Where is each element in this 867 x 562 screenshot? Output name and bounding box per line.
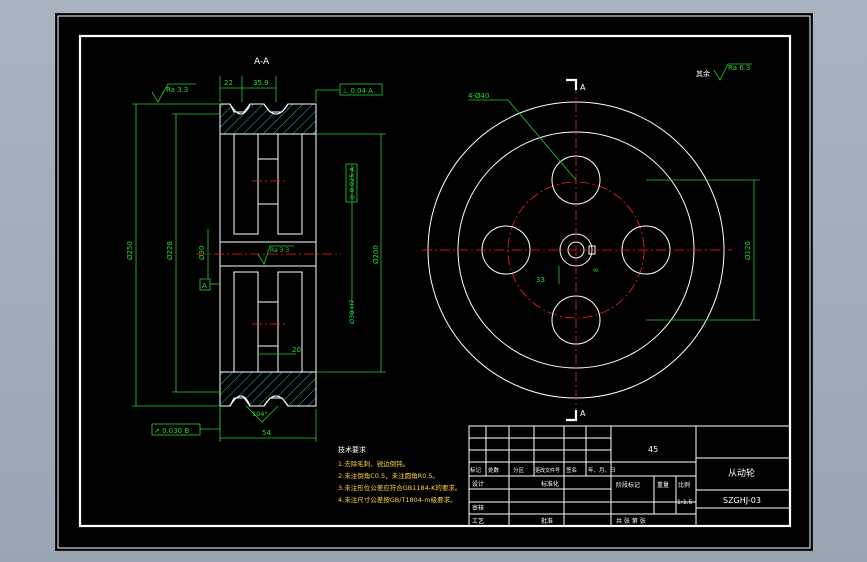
note-1: 1.去除毛刺、锐边倒钝。 (338, 459, 409, 468)
sheets: 共 张 第 张 (616, 517, 646, 525)
dim-dia-228: Ø228 (166, 241, 174, 260)
pocket-upper-right (277, 133, 303, 235)
dim-dia-250: Ø250 (126, 241, 134, 260)
dim-keyway-33: 33 (536, 276, 545, 284)
row-label-change: 更改文件号 (535, 467, 560, 474)
part-name: 从动轮 (728, 467, 755, 479)
roughness-general: Ra 6.3 (728, 64, 750, 72)
label-design: 设计 (472, 480, 484, 488)
dim-dia-200: Ø200 (372, 245, 380, 264)
pocket-upper-left (233, 133, 259, 235)
coax-tolerance: ◎ 0.025 A (348, 167, 356, 200)
dim-bore-tol: Ø30 H7 (348, 300, 356, 324)
outer-frame (57, 15, 811, 549)
label-weight: 重量 (657, 481, 669, 489)
rim-hatch-bottom (219, 371, 317, 407)
drawing-sheet: A-A 22 35.9 Ra 3.3 ⊥ 0.04 A Ø250 Ø228 Ø3… (55, 13, 813, 551)
dim-pcd: Ø120 (744, 241, 752, 260)
row-label-count: 处数 (488, 466, 500, 474)
perp-tolerance: ⊥ 0.04 A (342, 87, 373, 95)
dim-top-b: 35.9 (253, 79, 269, 87)
label-approve: 批准 (541, 517, 553, 525)
section-view: A-A 22 35.9 Ra 3.3 ⊥ 0.04 A Ø250 Ø228 Ø3… (126, 57, 386, 442)
scale-value: 1:1.5 (677, 499, 693, 506)
cad-drawing: A-A 22 35.9 Ra 3.3 ⊥ 0.04 A Ø250 Ø228 Ø3… (57, 15, 811, 549)
dim-width: 54 (262, 429, 271, 437)
roughness-general-prefix: 其余 (696, 69, 710, 78)
dim-top-a: 22 (224, 79, 233, 87)
roughness-side: Ra 3.3 (166, 86, 188, 94)
dim-inner-20: 20 (292, 346, 301, 354)
dim-keyway-8: 8 (593, 268, 600, 272)
label-stage: 阶段标记 (616, 481, 640, 489)
dim-angle: 104° (252, 410, 268, 418)
label-scale: 比例 (678, 481, 690, 489)
material: 45 (648, 445, 658, 454)
datum-a: A (202, 282, 207, 290)
label-process: 工艺 (472, 517, 484, 525)
hole-leader (507, 99, 577, 181)
notes-title: 技术要求 (338, 445, 366, 454)
pocket-lower-right (277, 271, 303, 373)
title-block: 标记 处数 分区 更改文件号 签名 年、月、日 设计 标准化 审核 工艺 批准 … (468, 425, 791, 527)
pocket-lower-left (233, 271, 259, 373)
view-label-top: A (580, 83, 586, 92)
technical-notes: 技术要求 1.去除毛刺、锐边倒钝。 2.未注倒角C0.5，未注圆角R0.5。 3… (338, 445, 461, 504)
row-label-sign: 签名 (566, 466, 577, 474)
inner-frame (78, 34, 792, 528)
runout-tolerance: ↗ 0.030 B (154, 427, 189, 435)
note-4: 4.未注尺寸公差按GB/T1804-m级要求。 (338, 495, 457, 504)
note-3: 3.未注形位公差应符合GB1184-K的要求。 (338, 483, 461, 492)
row-label-date: 年、月、日 (588, 466, 616, 474)
label-review: 审核 (472, 504, 484, 512)
section-label: A-A (254, 57, 270, 67)
front-view: A A 4-Ø40 Ø120 33 8 其余 Ra 6.3 (422, 63, 760, 422)
view-label-bottom: A (580, 409, 586, 418)
dim-dia-30: Ø30 (198, 246, 206, 260)
note-2: 2.未注倒角C0.5，未注圆角R0.5。 (338, 471, 439, 480)
hole-callout: 4-Ø40 (468, 92, 489, 100)
rim-hatch-top (219, 103, 317, 135)
roughness-bore: Ra 3.3 (270, 247, 289, 254)
drawing-no: SZGHJ-03 (723, 496, 761, 505)
row-label-mark: 标记 (470, 466, 482, 474)
row-label-zone: 分区 (513, 466, 525, 474)
label-standardize: 标准化 (541, 480, 559, 488)
